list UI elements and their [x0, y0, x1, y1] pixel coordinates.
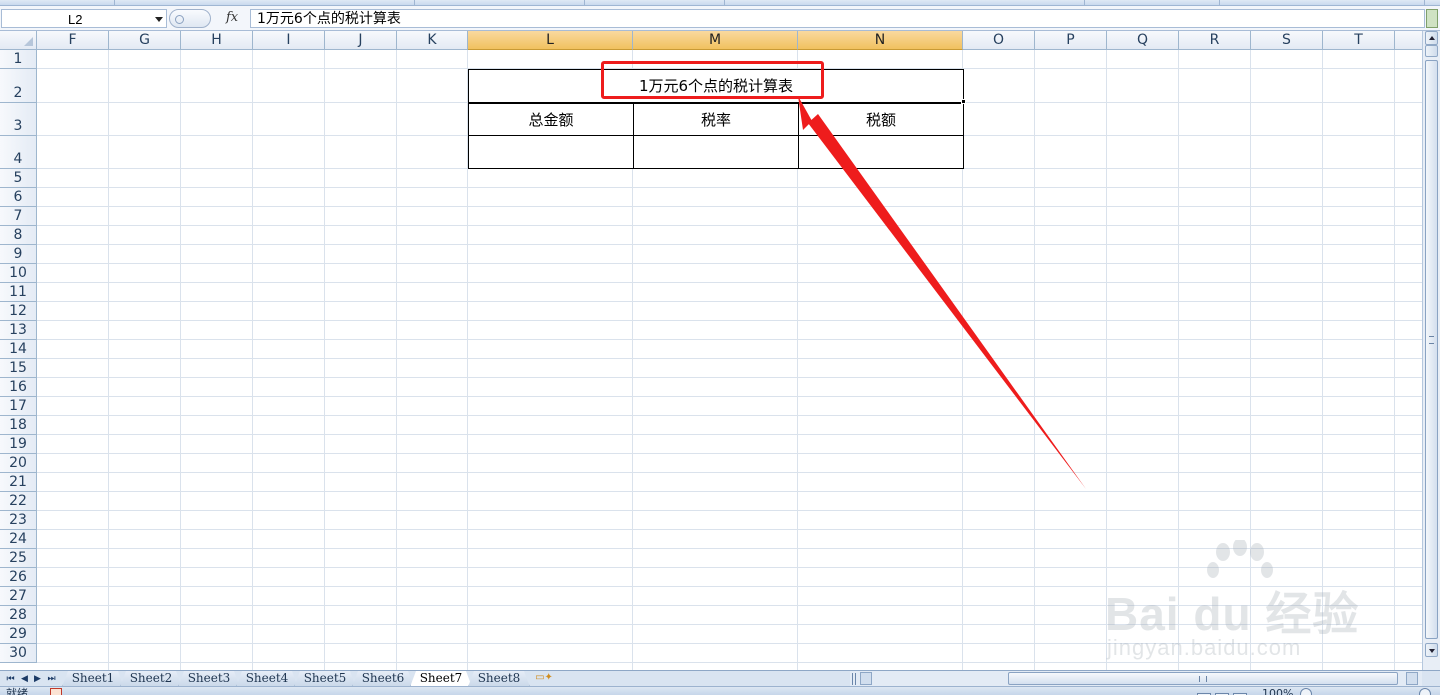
zoom-level[interactable]: 100%: [1262, 687, 1293, 695]
scroll-right-button[interactable]: [1406, 672, 1418, 685]
macro-record-icon[interactable]: [50, 688, 62, 695]
scroll-left-button[interactable]: [860, 672, 872, 685]
vertical-scroll-thumb[interactable]: [1425, 60, 1438, 639]
view-buttons: [1197, 688, 1253, 695]
zoom-in-icon[interactable]: [1419, 688, 1431, 695]
tab-split-handle[interactable]: [852, 673, 856, 685]
sheet-tab[interactable]: Sheet8: [468, 671, 530, 687]
sheet-tab[interactable]: Sheet6: [352, 671, 414, 687]
sheet-tab[interactable]: Sheet4: [236, 671, 298, 687]
sheet-tab[interactable]: Sheet5: [294, 671, 356, 687]
horizontal-scroll-thumb[interactable]: [1008, 672, 1398, 685]
sheet-tab[interactable]: Sheet1: [62, 671, 124, 687]
next-sheet-icon[interactable]: ▶: [31, 673, 44, 685]
new-sheet-icon[interactable]: ▭✦: [533, 672, 555, 686]
sheet-tab[interactable]: Sheet7: [410, 671, 472, 687]
split-handle[interactable]: [1425, 45, 1438, 57]
vertical-scrollbar[interactable]: [1422, 31, 1440, 670]
last-sheet-icon[interactable]: ⏭: [45, 673, 58, 685]
zoom-out-icon[interactable]: [1300, 688, 1312, 695]
status-bar: 就绪 100%: [0, 686, 1440, 695]
arrow-down-icon: [1429, 649, 1435, 653]
baidu-watermark: Bai du 经验 jingyan.baidu.com: [1095, 540, 1395, 670]
scroll-up-button[interactable]: [1425, 31, 1438, 45]
prev-sheet-icon[interactable]: ◀: [18, 673, 31, 685]
horizontal-scrollbar[interactable]: [850, 670, 1422, 686]
sheet-tab[interactable]: Sheet2: [120, 671, 182, 687]
scroll-down-button[interactable]: [1425, 643, 1438, 657]
status-ready: 就绪: [6, 687, 28, 695]
arrow-up-icon: [1429, 36, 1435, 40]
first-sheet-icon[interactable]: ⏮: [4, 673, 17, 685]
excel-window: L2 fx 1万元6个点的税计算表 FGHIJKLMNOPQRST 123456…: [0, 0, 1440, 695]
watermark-url: jingyan.baidu.com: [1107, 635, 1302, 660]
sheet-tab[interactable]: Sheet3: [178, 671, 240, 687]
